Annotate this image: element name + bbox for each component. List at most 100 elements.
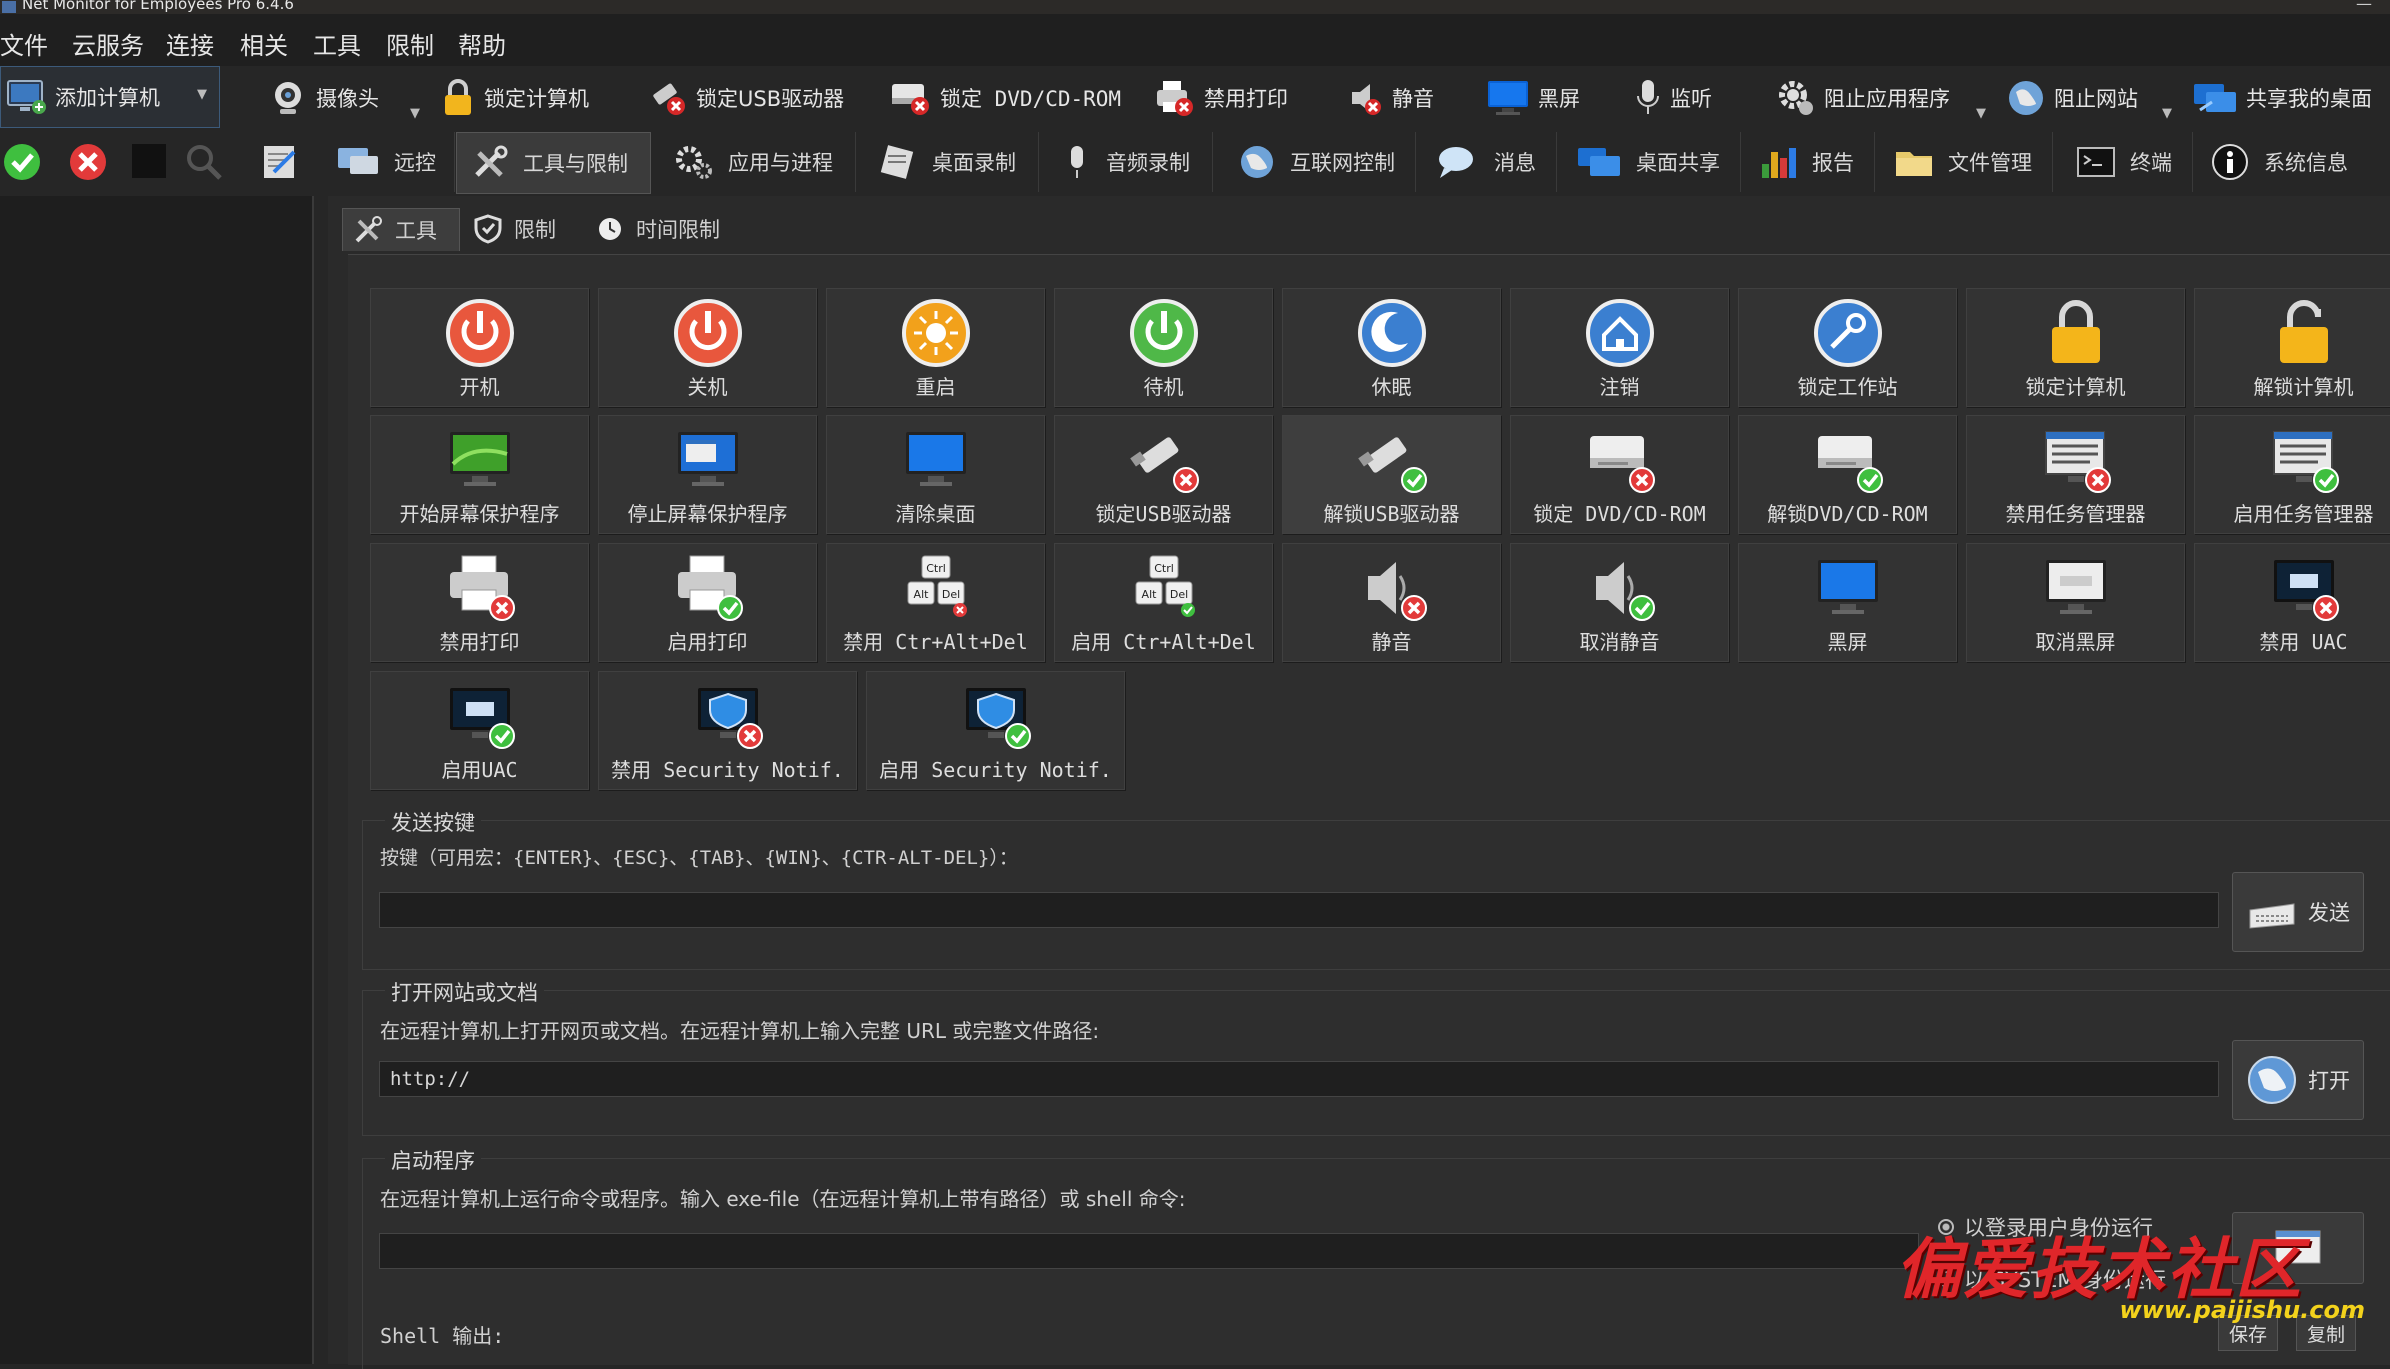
tool-tile[interactable]: 启用任务管理器 [2194, 415, 2390, 534]
tab-system-info[interactable]: 系统信息 [2208, 132, 2368, 192]
tool-tile[interactable]: 重启 [826, 288, 1045, 407]
tool-tile[interactable]: 解锁USB驱动器 [1282, 415, 1501, 534]
block-apps-dropdown-icon[interactable]: ▼ [1976, 106, 1986, 121]
send-keys-input[interactable] [379, 892, 2219, 928]
tool-tile[interactable]: 开机 [370, 288, 589, 407]
tab-file-management[interactable]: 文件管理 [1890, 132, 2053, 192]
lock-dvd-button[interactable]: 锁定 DVD/CD-ROM [890, 72, 1121, 124]
tool-tile[interactable]: 启用打印 [598, 543, 817, 662]
tool-tile[interactable]: 锁定工作站 [1738, 288, 1957, 407]
tool-tile[interactable]: 解锁DVD/CD-ROM [1738, 415, 1957, 534]
restart-icon [901, 299, 970, 367]
tool-tile[interactable]: 休眠 [1282, 288, 1501, 407]
add-computer-dropdown-icon[interactable]: ▼ [197, 87, 207, 102]
tool-tile-label: 禁用 Security Notif. [611, 758, 844, 782]
tab-audio-recording[interactable]: 音频录制 [1060, 132, 1213, 192]
tab-remote[interactable]: 远控 [324, 132, 455, 192]
tab-internet-control[interactable]: 互联网控制 [1234, 132, 1416, 192]
tool-tile[interactable]: 关机 [598, 288, 817, 407]
svg-text:Ctrl: Ctrl [1154, 562, 1174, 575]
open-button[interactable]: 打开 [2232, 1040, 2364, 1120]
lock-workstation-icon [1813, 299, 1882, 367]
menu-restrict[interactable]: 限制 [386, 26, 434, 61]
terminal-icon [2077, 147, 2115, 177]
tab-apps-processes-label: 应用与进程 [728, 151, 833, 175]
menu-file[interactable]: 文件 [0, 26, 48, 61]
tool-tile[interactable]: 开始屏幕保护程序 [370, 415, 589, 534]
tool-tile[interactable]: 禁用 UAC [2194, 543, 2390, 662]
webcam-button[interactable]: 摄像头 [268, 72, 379, 124]
tab-apps-processes[interactable]: 应用与进程 [668, 132, 856, 192]
computer-list-panel[interactable] [0, 196, 314, 1364]
command-input[interactable] [379, 1233, 1919, 1269]
tool-tile[interactable]: 静音 [1282, 543, 1501, 662]
add-computer-button[interactable]: 添加计算机 ▼ [0, 66, 220, 128]
tool-tile-label: 解锁DVD/CD-ROM [1767, 502, 1928, 526]
check-icon[interactable] [2, 142, 42, 182]
share-desktop-button[interactable]: 共享我的桌面 [2192, 72, 2372, 124]
edit-icon[interactable] [260, 142, 300, 182]
tool-tile-label: 待机 [1143, 375, 1184, 399]
info-icon [2212, 144, 2248, 180]
tool-tile[interactable]: 启用 Security Notif. [866, 671, 1125, 790]
menu-help[interactable]: 帮助 [458, 26, 506, 61]
tool-tile[interactable]: 启用UAC [370, 671, 589, 790]
block-websites-dropdown-icon[interactable]: ▼ [2162, 106, 2172, 121]
tool-tile[interactable]: Ctrl Alt Del 禁用 Ctr+Alt+Del [826, 543, 1045, 662]
menu-cloud[interactable]: 云服务 [72, 26, 144, 61]
tool-tile[interactable]: 停止屏幕保护程序 [598, 415, 817, 534]
tab-desktop-recording[interactable]: 桌面录制 [874, 132, 1039, 192]
mute-button[interactable]: 静音 [1348, 72, 1434, 124]
tool-tile-label: 停止屏幕保护程序 [627, 502, 788, 526]
tool-tile[interactable]: 禁用打印 [370, 543, 589, 662]
tool-tile[interactable]: 锁定USB驱动器 [1054, 415, 1273, 534]
tool-tile[interactable]: 禁用任务管理器 [1966, 415, 2185, 534]
tab-tools-restrictions[interactable]: 工具与限制 [456, 132, 651, 194]
tool-tile-label: 黑屏 [1827, 630, 1868, 654]
lock-usb-button[interactable]: 锁定USB驱动器 [648, 72, 844, 124]
send-button[interactable]: 发送 [2232, 872, 2364, 952]
tab-desktop-sharing[interactable]: 桌面共享 [1572, 132, 1741, 192]
tab-messages[interactable]: 消息 [1432, 132, 1557, 192]
block-apps-label: 阻止应用程序 [1824, 87, 1950, 111]
webcam-dropdown-icon[interactable]: ▼ [410, 106, 420, 121]
tool-tile[interactable]: 禁用 Security Notif. [598, 671, 857, 790]
lock-dvd-label: 锁定 DVD/CD-ROM [940, 87, 1122, 111]
black-screen-button[interactable]: 黑屏 [1486, 72, 1580, 124]
subtab-time-limits[interactable]: 时间限制 [596, 208, 720, 250]
disable-print-button[interactable]: 禁用打印 [1154, 72, 1288, 124]
listen-button[interactable]: 监听 [1634, 72, 1712, 124]
tool-tile[interactable]: 注销 [1510, 288, 1729, 407]
enable-uac-icon [449, 688, 515, 749]
menu-related[interactable]: 相关 [240, 26, 288, 61]
close-icon[interactable] [68, 142, 108, 182]
tool-tile[interactable]: 取消黑屏 [1966, 543, 2185, 662]
search-icon[interactable] [184, 142, 224, 182]
minimize-button[interactable]: — [2356, 0, 2372, 13]
stop-icon[interactable] [132, 144, 166, 178]
globe-icon [1241, 146, 1273, 178]
menu-tools[interactable]: 工具 [313, 26, 361, 61]
tool-tile[interactable]: 锁定 DVD/CD-ROM [1510, 415, 1729, 534]
tool-tile[interactable]: 解锁计算机 [2194, 288, 2390, 407]
tab-terminal[interactable]: 终端 [2072, 132, 2193, 192]
url-input[interactable] [379, 1061, 2219, 1097]
tool-tile[interactable]: 黑屏 [1738, 543, 1957, 662]
subtab-tools[interactable]: 工具 [342, 208, 460, 251]
block-apps-button[interactable]: 阻止应用程序 [1776, 72, 1950, 124]
tool-tile[interactable]: 锁定计算机 [1966, 288, 2185, 407]
tool-tile[interactable]: 待机 [1054, 288, 1273, 407]
tool-tile[interactable]: 取消静音 [1510, 543, 1729, 662]
block-websites-button[interactable]: 阻止网站 [2006, 72, 2138, 124]
standby-icon [1129, 299, 1198, 367]
shell-output-label: Shell 输出: [380, 1324, 505, 1348]
menu-connect[interactable]: 连接 [166, 26, 214, 61]
tool-tile[interactable]: Ctrl Alt Del 启用 Ctr+Alt+Del [1054, 543, 1273, 662]
run-program-title: 启动程序 [385, 1145, 481, 1175]
tool-tile[interactable]: 清除桌面 [826, 415, 1045, 534]
subtab-restrictions[interactable]: 限制 [474, 208, 556, 250]
tab-reports[interactable]: 报告 [1756, 132, 1875, 192]
tab-tools-restrictions-label: 工具与限制 [523, 152, 628, 176]
lock-computer-button[interactable]: 锁定计算机 [440, 72, 589, 124]
globe-icon [2248, 1056, 2296, 1104]
